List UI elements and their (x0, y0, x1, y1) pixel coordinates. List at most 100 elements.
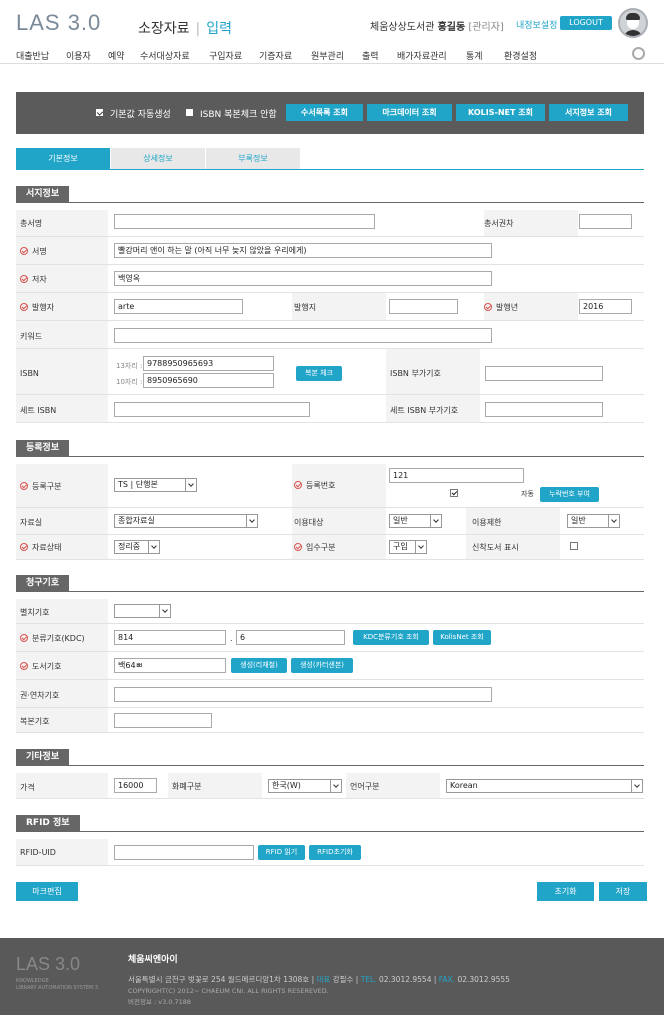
page-title: 소장자료 | 입력 (138, 21, 233, 37)
series-volume-input[interactable] (579, 214, 632, 229)
limit-select[interactable]: 일반 (567, 514, 620, 528)
required-icon (484, 303, 492, 311)
separate-select[interactable] (114, 604, 171, 618)
acquisition-select[interactable]: 구입 (389, 540, 427, 554)
title-input[interactable]: 빨강머리 앤이 하는 말 (아직 너무 늦지 않았을 우리에게) (114, 243, 492, 258)
required-icon (20, 634, 28, 642)
nav-item-print[interactable]: 출력 (362, 49, 379, 62)
required-icon (20, 303, 28, 311)
isbn10-label: 10자리 : (116, 378, 143, 386)
chevron-down-icon (430, 515, 441, 527)
author-input[interactable]: 백영옥 (114, 271, 492, 286)
required-icon (294, 481, 302, 489)
marc-data-button[interactable]: 마크데이터 조회 (367, 104, 452, 121)
reg-type-select[interactable]: TS | 단행본 (114, 478, 197, 492)
chevron-down-icon (631, 780, 642, 792)
footer-logo-sub: KNOWLEDGE LIBRARY AUTOMATION SYSTEM 3 (16, 978, 99, 991)
kolisnet-lookup-button[interactable]: KolisNet 조회 (433, 630, 491, 645)
nav-item-reservation[interactable]: 예약 (108, 49, 125, 62)
dup-check-button[interactable]: 복본 체크 (296, 366, 342, 381)
logout-button[interactable]: LOGOUT (560, 16, 612, 30)
required-icon (20, 247, 28, 255)
rfid-uid-input[interactable] (114, 845, 254, 860)
set-isbn-add-input[interactable] (485, 402, 603, 417)
nav-item-purchased[interactable]: 구입자료 (209, 49, 242, 62)
new-arrival-checkbox[interactable] (570, 542, 578, 550)
set-isbn-input[interactable] (114, 402, 310, 417)
footer-address: 서울특별시 금천구 벚꽃로 254 월드메르디앙1차 1308호 | 대표 강필… (128, 975, 510, 984)
kolis-net-button[interactable]: KOLIS-NET 조회 (456, 104, 545, 121)
status-select[interactable]: 정리중 (114, 540, 160, 554)
required-icon (20, 662, 28, 670)
nav-item-settings[interactable]: 환경설정 (504, 49, 537, 62)
row-status: 자료상태 입수구분 신착도서 표시 (16, 535, 644, 560)
row-separate: 별치기호 (16, 599, 644, 624)
reg-number-input[interactable]: 121 (389, 468, 524, 483)
chevron-down-icon (159, 605, 170, 617)
nav-item-statistics[interactable]: 통계 (466, 49, 483, 62)
section-call: 청구기호 (16, 575, 644, 592)
section-reg: 등록정보 (16, 440, 644, 457)
avatar[interactable] (618, 8, 648, 38)
default-autogen-label: 기본값 자동생성 (110, 110, 171, 120)
keyword-input[interactable] (114, 328, 492, 343)
nav-item-circulation[interactable]: 대출반납 (16, 49, 49, 62)
row-publisher: 발행자 발행지 발행년 (16, 293, 644, 321)
language-select[interactable]: Korean (446, 779, 643, 793)
place-input[interactable] (389, 299, 458, 314)
reset-button[interactable]: 초기화 (537, 882, 594, 901)
footer: LAS 3.0 KNOWLEDGE LIBRARY AUTOMATION SYST… (0, 938, 664, 1015)
footer-company: 체움씨엔아이 (128, 955, 178, 965)
required-icon (294, 543, 302, 551)
nav-item-shelving[interactable]: 배가자료관리 (397, 49, 447, 62)
room-select[interactable]: 종합자료실 (114, 514, 258, 528)
nav-item-acquisition-target[interactable]: 수서대상자료 (140, 49, 190, 62)
isbn13-label: 13자리 : (116, 362, 143, 370)
book-number-input[interactable]: 백64ㅃ (114, 658, 226, 673)
tab-appendix[interactable]: 부록정보 (206, 148, 300, 169)
las-logo[interactable]: LAS 3.0 (16, 10, 101, 36)
isbn13-input[interactable]: 9788950965693 (143, 356, 274, 371)
generate-lee-button[interactable]: 생성(리재철) (231, 658, 287, 673)
marc-edit-button[interactable]: 마크편집 (16, 882, 78, 901)
class-main-input[interactable]: 814 (114, 630, 226, 645)
gear-icon[interactable] (632, 47, 645, 60)
required-icon (20, 275, 28, 283)
user-info: 체움상상도서관 홍길동 [관리자] (370, 22, 504, 33)
volume-input[interactable] (114, 687, 492, 702)
missing-number-button[interactable]: 누락번호 부여 (540, 487, 599, 502)
bib-info-button[interactable]: 서지정보 조회 (549, 104, 628, 121)
footer-version: 버전정보 : v3.0.7188 (128, 998, 192, 1006)
required-icon (20, 543, 28, 551)
row-copy: 복본기호 (16, 708, 644, 733)
auto-number-checkbox[interactable] (450, 489, 458, 497)
publisher-input[interactable]: arte (114, 299, 243, 314)
chevron-down-icon (330, 780, 341, 792)
nav-item-users[interactable]: 이용자 (66, 49, 91, 62)
nav-item-donated[interactable]: 기증자료 (259, 49, 292, 62)
year-input[interactable]: 2016 (579, 299, 632, 314)
currency-select[interactable]: 한국(W) (268, 779, 342, 793)
isbn-add-input[interactable] (485, 366, 603, 381)
nav-item-register[interactable]: 원부관리 (311, 49, 344, 62)
tab-basic[interactable]: 기본정보 (16, 148, 110, 169)
my-settings-link[interactable]: 내정보설정 (516, 18, 557, 31)
rfid-read-button[interactable]: RFID 읽기 (258, 845, 305, 860)
tab-detail[interactable]: 상세정보 (111, 148, 205, 169)
rfid-init-button[interactable]: RFID초기화 (309, 845, 361, 860)
price-input[interactable]: 16000 (114, 778, 157, 793)
class-sub-input[interactable]: 6 (236, 630, 345, 645)
save-button[interactable]: 저장 (599, 882, 647, 901)
isbn10-input[interactable]: 8950965690 (143, 373, 274, 388)
section-etc: 기타정보 (16, 749, 644, 766)
kdc-lookup-button[interactable]: KDC분류기호 조회 (353, 630, 429, 645)
section-rfid: RFID 정보 (16, 815, 644, 832)
series-input[interactable] (114, 214, 375, 229)
copy-number-input[interactable] (114, 713, 212, 728)
acquisition-list-button[interactable]: 수서목록 조회 (286, 104, 363, 121)
chevron-down-icon (246, 515, 257, 527)
target-select[interactable]: 일반 (389, 514, 442, 528)
generate-cutter-button[interactable]: 생성(카터샌본) (291, 658, 353, 673)
default-autogen-checkbox[interactable] (96, 109, 103, 116)
isbn-dupcheck-checkbox[interactable] (186, 109, 193, 116)
